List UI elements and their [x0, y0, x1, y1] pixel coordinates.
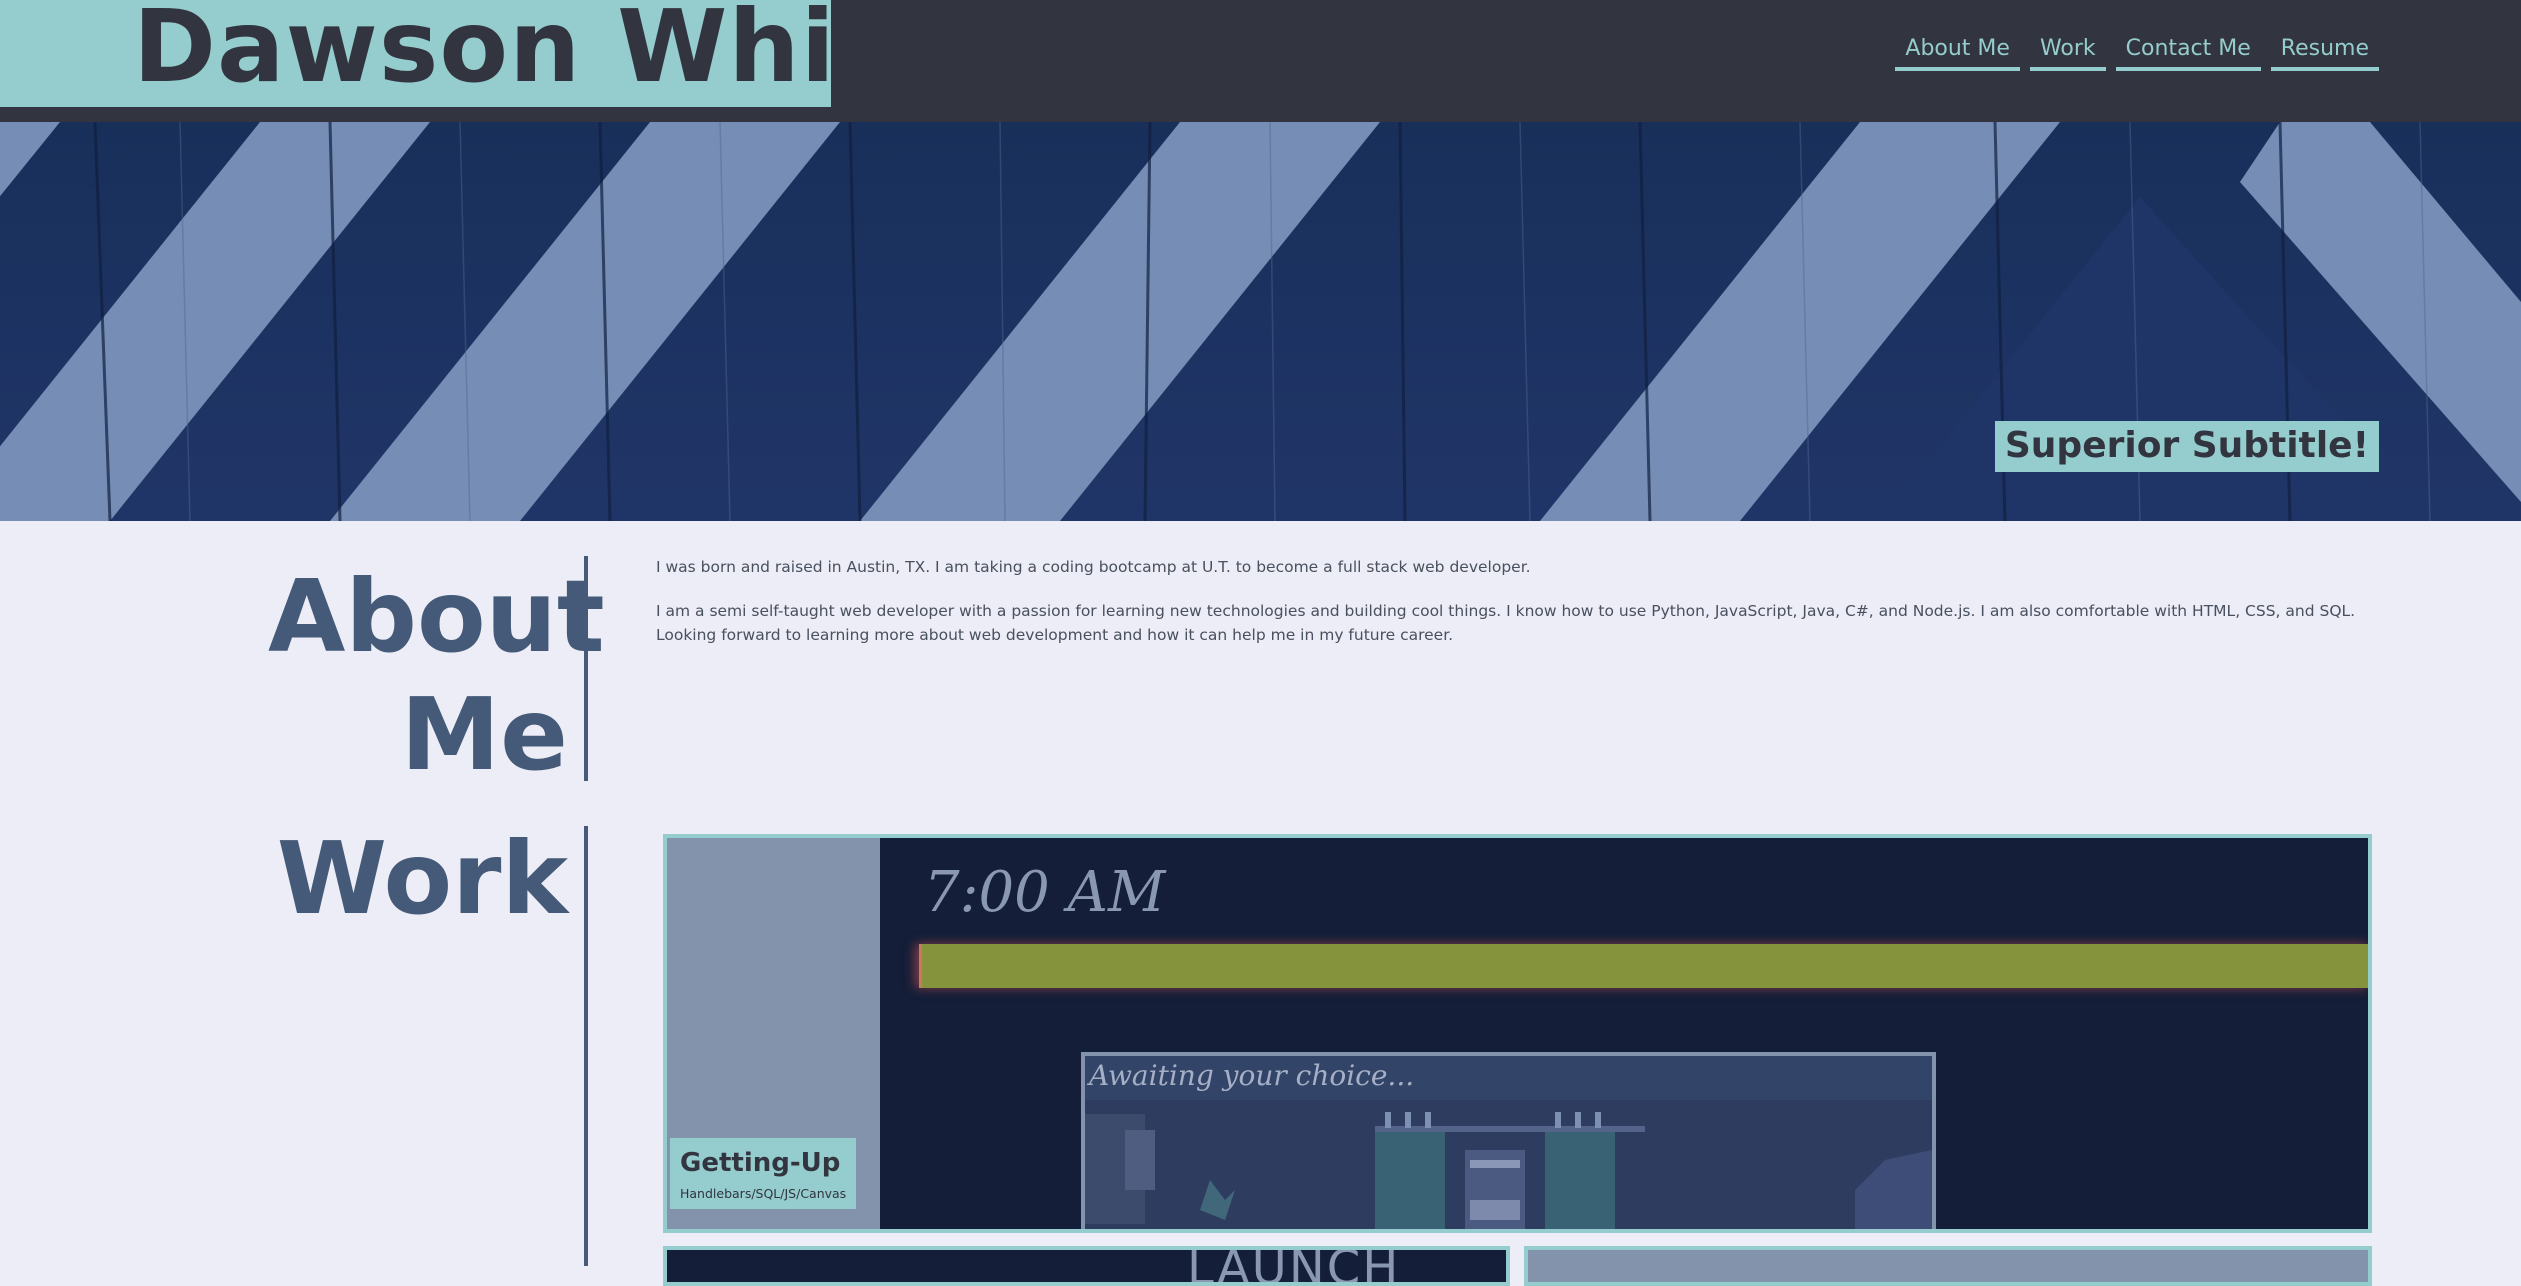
nav-link-about-me[interactable]: About Me — [1895, 34, 2020, 71]
nav-link-resume[interactable]: Resume — [2270, 34, 2379, 71]
about-paragraph: I was born and raised in Austin, TX. I a… — [656, 558, 1531, 576]
preview-choice-panel: Awaiting your choice... — [1081, 1052, 1936, 1229]
preview-pixel-scene-image — [1085, 1100, 1932, 1229]
project-tech-stack: Handlebars/SQL/JS/Canvas — [680, 1186, 847, 1201]
project-card-launch[interactable]: LAUNCH — [663, 1246, 1510, 1286]
about-divider — [584, 556, 588, 781]
project-card-getting-up[interactable]: 7:00 AM Awaiting your choice... Getting-… — [663, 834, 2372, 1233]
about-heading-text: About Me — [268, 558, 605, 793]
site-header: Dawson White About Me Work Contact Me Re… — [0, 0, 2521, 122]
hero-subtitle: Superior Subtitle! — [1994, 421, 2379, 472]
hero-banner: Superior Subtitle! — [0, 122, 2521, 521]
brand-block: Dawson White — [0, 0, 953, 107]
site-title[interactable]: Dawson White — [133, 0, 954, 102]
preview-choice-prompt: Awaiting your choice... — [1085, 1056, 1932, 1100]
nav-link-work[interactable]: Work — [2029, 34, 2106, 71]
preview-progress-fill — [919, 944, 2368, 988]
project-label: Getting-Up Handlebars/SQL/JS/Canvas — [670, 1138, 857, 1209]
preview-clock-text: 7:00 AM — [924, 860, 1166, 925]
about-paragraph: I am a semi self-taught web developer wi… — [656, 602, 2356, 644]
project-preview-text: LAUNCH — [1187, 1246, 1401, 1286]
work-divider — [584, 826, 588, 1266]
preview-progress-bar — [919, 944, 2368, 988]
project-card-3[interactable] — [1524, 1246, 2372, 1286]
work-heading: Work — [276, 820, 568, 937]
nav-link-contact-me[interactable]: Contact Me — [2115, 34, 2261, 71]
main-nav: About Me Work Contact Me Resume — [1895, 34, 2379, 71]
project-title[interactable]: Getting-Up — [680, 1148, 846, 1178]
about-text: I was born and raised in Austin, TX. I a… — [656, 555, 2378, 667]
about-heading: About Me — [268, 558, 605, 794]
